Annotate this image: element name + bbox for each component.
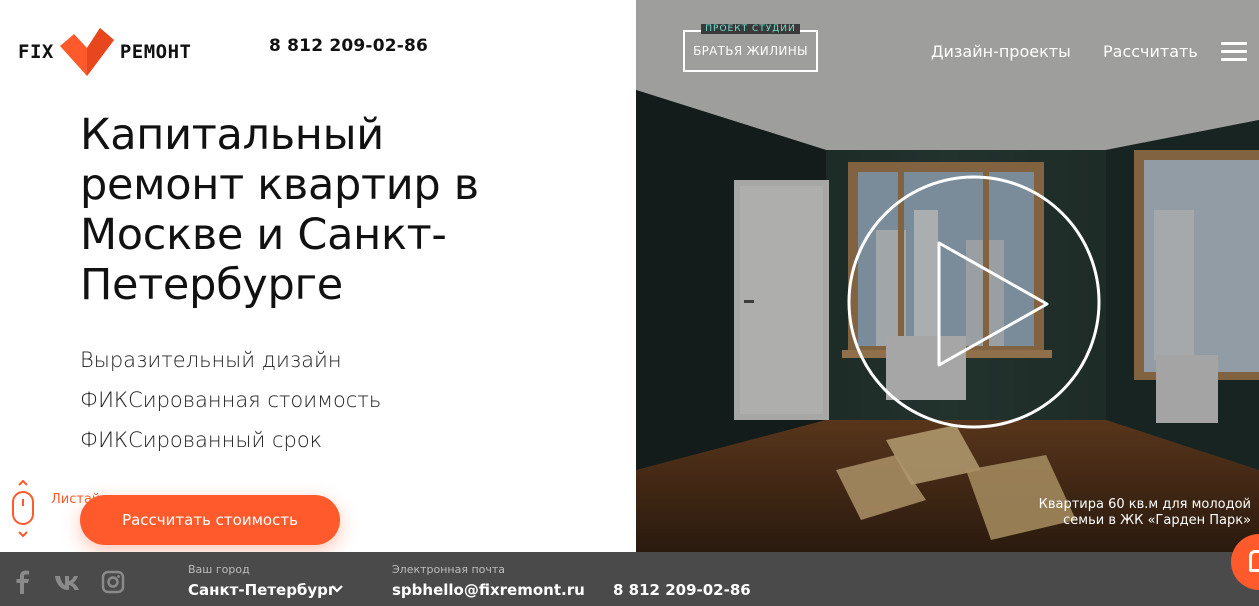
studio-badge-top: ПРОЕКТ СТУДИИ	[701, 24, 800, 34]
logo-word-fix: FIX	[18, 41, 54, 63]
feature-item-term: ФИКСированный срок	[80, 428, 323, 452]
hero-left-panel: FIX РЕМОНТ 8 812 209-02-86 Капитальный р…	[0, 0, 636, 552]
scroll-hint[interactable]: Листайте вниз, чтобы узнать больше	[10, 480, 141, 540]
chat-icon	[1249, 550, 1259, 572]
chevron-down-icon[interactable]	[330, 584, 344, 594]
feature-list: Выразительный дизайн ФИКСированная стоим…	[80, 340, 381, 460]
studio-badge-name: БРАТЬЯ ЖИЛИНЫ	[693, 44, 808, 58]
vk-icon[interactable]	[54, 570, 84, 594]
footer-phone[interactable]: 8 812 209-02-86	[613, 581, 751, 599]
logo-word-remont: РЕМОНТ	[119, 41, 192, 63]
logo[interactable]: FIX РЕМОНТ	[18, 28, 191, 76]
photo-caption: Квартира 60 кв.м для молодой семьи в ЖК …	[1038, 497, 1251, 528]
footer-bar: Ваш город Санкт-Петербург Электронная по…	[0, 552, 1259, 606]
play-video-icon[interactable]	[847, 175, 1101, 429]
page-title: Капитальный ремонт квартир в Москве и Са…	[80, 110, 479, 310]
email-link[interactable]: spbhello@fixremont.ru	[392, 581, 585, 599]
studio-badge[interactable]: ПРОЕКТ СТУДИИ БРАТЬЯ ЖИЛИНЫ	[683, 24, 818, 72]
feature-item-design: Выразительный дизайн	[80, 348, 342, 372]
menu-icon[interactable]	[1221, 42, 1247, 62]
instagram-icon[interactable]	[101, 570, 125, 594]
nav-calculate[interactable]: Рассчитать	[1103, 42, 1198, 61]
calculate-cost-button[interactable]: Рассчитать стоимость	[80, 495, 340, 545]
nav-design-projects[interactable]: Дизайн-проекты	[931, 42, 1071, 61]
logo-check-mark-icon	[59, 28, 114, 76]
mouse-scroll-icon	[12, 480, 34, 538]
hero-video-panel[interactable]: ПРОЕКТ СТУДИИ БРАТЬЯ ЖИЛИНЫ Дизайн-проек…	[636, 0, 1259, 552]
city-select[interactable]: Санкт-Петербург	[188, 581, 336, 599]
feature-item-price: ФИКСированная стоимость	[80, 388, 382, 412]
email-label: Электронная почта	[392, 563, 506, 576]
header-phone[interactable]: 8 812 209-02-86	[269, 36, 428, 56]
city-label: Ваш город	[188, 563, 250, 576]
facebook-icon[interactable]	[13, 570, 33, 594]
